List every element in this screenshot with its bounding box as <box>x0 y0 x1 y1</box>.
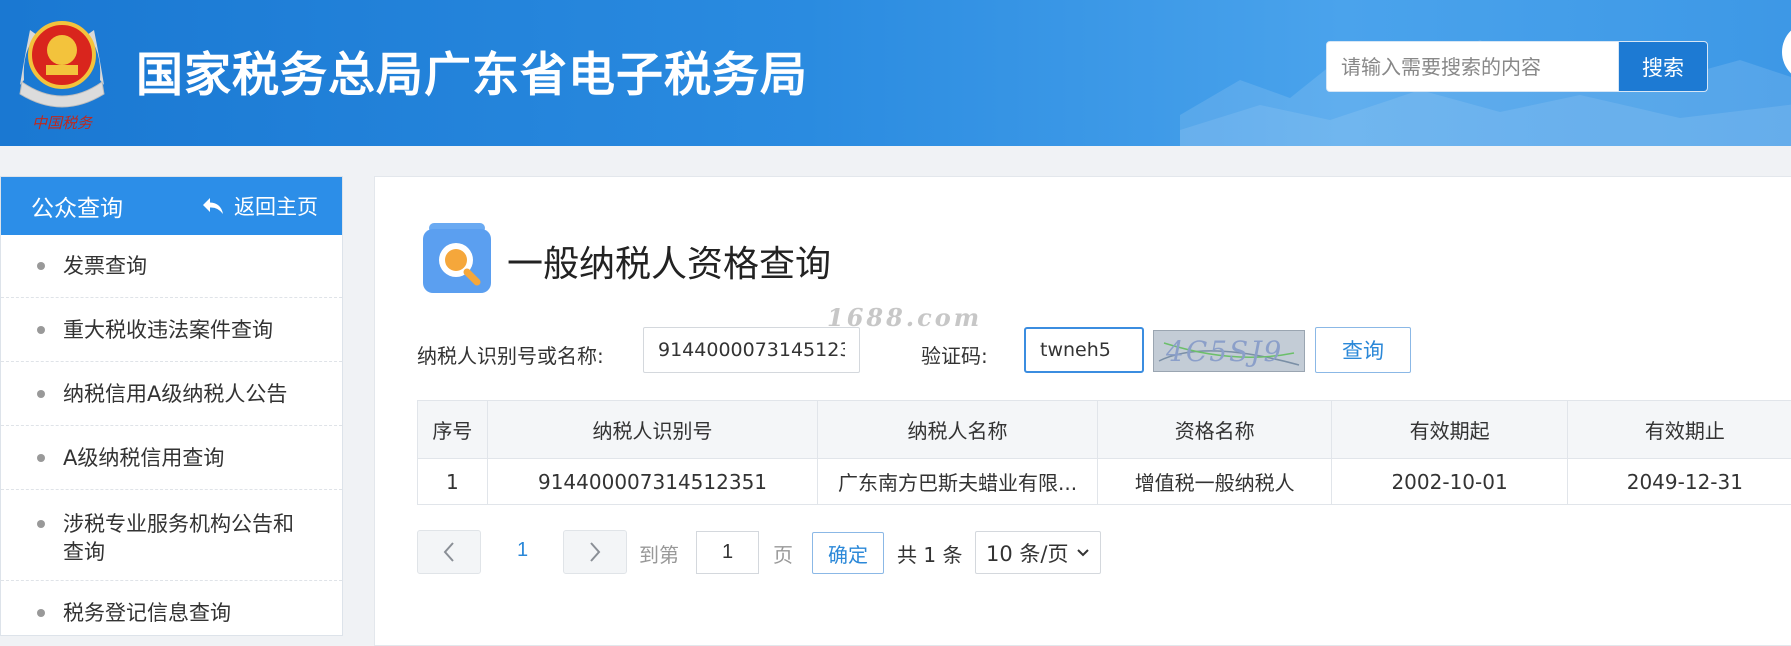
goto-page-input[interactable] <box>696 531 759 574</box>
table-cell: 2049-12-31 <box>1567 459 1791 505</box>
site-header: 中国税务 国家税务总局广东省电子税务局 搜索 <box>0 0 1791 146</box>
table-header-row: 序号 纳税人识别号 纳税人名称 资格名称 有效期起 有效期止 <box>418 401 1791 459</box>
goto-suffix: 页 <box>773 539 793 568</box>
sidebar-item-label: 纳税信用A级纳税人公告 <box>63 380 287 408</box>
sidebar-item-tax-service-agency[interactable]: 涉税专业服务机构公告和查询 <box>1 490 342 581</box>
column-header: 序号 <box>418 401 488 459</box>
column-header: 有效期止 <box>1567 401 1791 459</box>
sidebar-item-label: A级纳税信用查询 <box>63 444 224 472</box>
back-home-label: 返回主页 <box>234 191 318 221</box>
sidebar-item-a-credit-announcement[interactable]: 纳税信用A级纳税人公告 <box>1 362 342 426</box>
bullet-icon <box>37 454 45 462</box>
table-cell: 914400007314512351 <box>487 459 817 505</box>
bullet-icon <box>37 390 45 398</box>
sidebar-item-label: 重大税收违法案件查询 <box>63 316 273 344</box>
sidebar: 公众查询 返回主页 发票查询 重大税收违法案件查询 纳税信用A级纳税人公告 A级… <box>0 176 343 636</box>
sidebar-item-label: 涉税专业服务机构公告和查询 <box>63 510 303 566</box>
search-box: 搜索 <box>1326 41 1708 92</box>
page-title: 一般纳税人资格查询 <box>507 235 831 287</box>
bullet-icon <box>37 520 45 528</box>
sidebar-item-label: 税务登记信息查询 <box>63 599 231 627</box>
goto-prefix: 到第 <box>639 539 679 568</box>
column-header: 资格名称 <box>1097 401 1332 459</box>
site-title: 国家税务总局广东省电子税务局 <box>136 36 808 105</box>
sidebar-item-registration-query[interactable]: 税务登记信息查询 <box>1 581 342 645</box>
chevron-left-icon <box>442 541 456 563</box>
query-button[interactable]: 查询 <box>1315 327 1411 373</box>
results-table: 序号 纳税人识别号 纳税人名称 资格名称 有效期起 有效期止 1 9144000… <box>417 400 1791 505</box>
captcha-graphic: 4C5SJ9 <box>1154 331 1304 371</box>
column-header: 纳税人名称 <box>818 401 1098 459</box>
chevron-down-icon <box>1076 548 1090 558</box>
table-row[interactable]: 1 914400007314512351 广东南方巴斯夫蜡业有限... 增值税一… <box>418 459 1791 505</box>
page-size-value: 10 条/页 <box>986 538 1068 568</box>
prev-page-button[interactable] <box>417 530 481 574</box>
sidebar-item-a-credit-query[interactable]: A级纳税信用查询 <box>1 426 342 490</box>
total-count: 共 1 条 <box>897 539 962 568</box>
bullet-icon <box>37 609 45 617</box>
svg-text:中国税务: 中国税务 <box>32 114 94 132</box>
table-cell: 2002-10-01 <box>1332 459 1567 505</box>
main-panel: 一般纳税人资格查询 1688.com 纳税人识别号或名称: 验证码: 4C5SJ… <box>374 176 1791 646</box>
back-arrow-icon <box>202 197 224 215</box>
page-number-current[interactable]: 1 <box>517 539 528 562</box>
search-input[interactable] <box>1327 42 1618 91</box>
column-header: 有效期起 <box>1332 401 1567 459</box>
taxpayer-id-input[interactable] <box>643 327 860 373</box>
table-cell: 增值税一般纳税人 <box>1097 459 1332 505</box>
table-cell: 广东南方巴斯夫蜡业有限... <box>818 459 1098 505</box>
captcha-image[interactable]: 4C5SJ9 <box>1153 330 1305 372</box>
sidebar-item-label: 发票查询 <box>63 252 147 280</box>
captcha-input[interactable] <box>1024 327 1144 373</box>
taxpayer-label: 纳税人识别号或名称: <box>417 340 604 369</box>
query-page-icon <box>423 223 491 293</box>
column-header: 纳税人识别号 <box>487 401 817 459</box>
chevron-right-icon <box>588 541 602 563</box>
sidebar-title: 公众查询 <box>31 189 123 223</box>
bullet-icon <box>37 326 45 334</box>
svg-text:4C5SJ9: 4C5SJ9 <box>1165 335 1283 368</box>
search-button[interactable]: 搜索 <box>1618 42 1707 91</box>
next-page-button[interactable] <box>563 530 627 574</box>
back-home-link[interactable]: 返回主页 <box>202 191 318 221</box>
bullet-icon <box>37 262 45 270</box>
page-size-select[interactable]: 10 条/页 <box>975 531 1101 574</box>
table-cell: 1 <box>418 459 488 505</box>
sidebar-item-invoice-query[interactable]: 发票查询 <box>1 235 342 298</box>
goto-confirm-button[interactable]: 确定 <box>812 532 884 574</box>
captcha-label: 验证码: <box>921 340 988 369</box>
tax-emblem-logo[interactable]: 中国税务 <box>12 10 112 135</box>
sidebar-header: 公众查询 返回主页 <box>1 177 342 235</box>
sidebar-item-tax-violation-query[interactable]: 重大税收违法案件查询 <box>1 298 342 362</box>
